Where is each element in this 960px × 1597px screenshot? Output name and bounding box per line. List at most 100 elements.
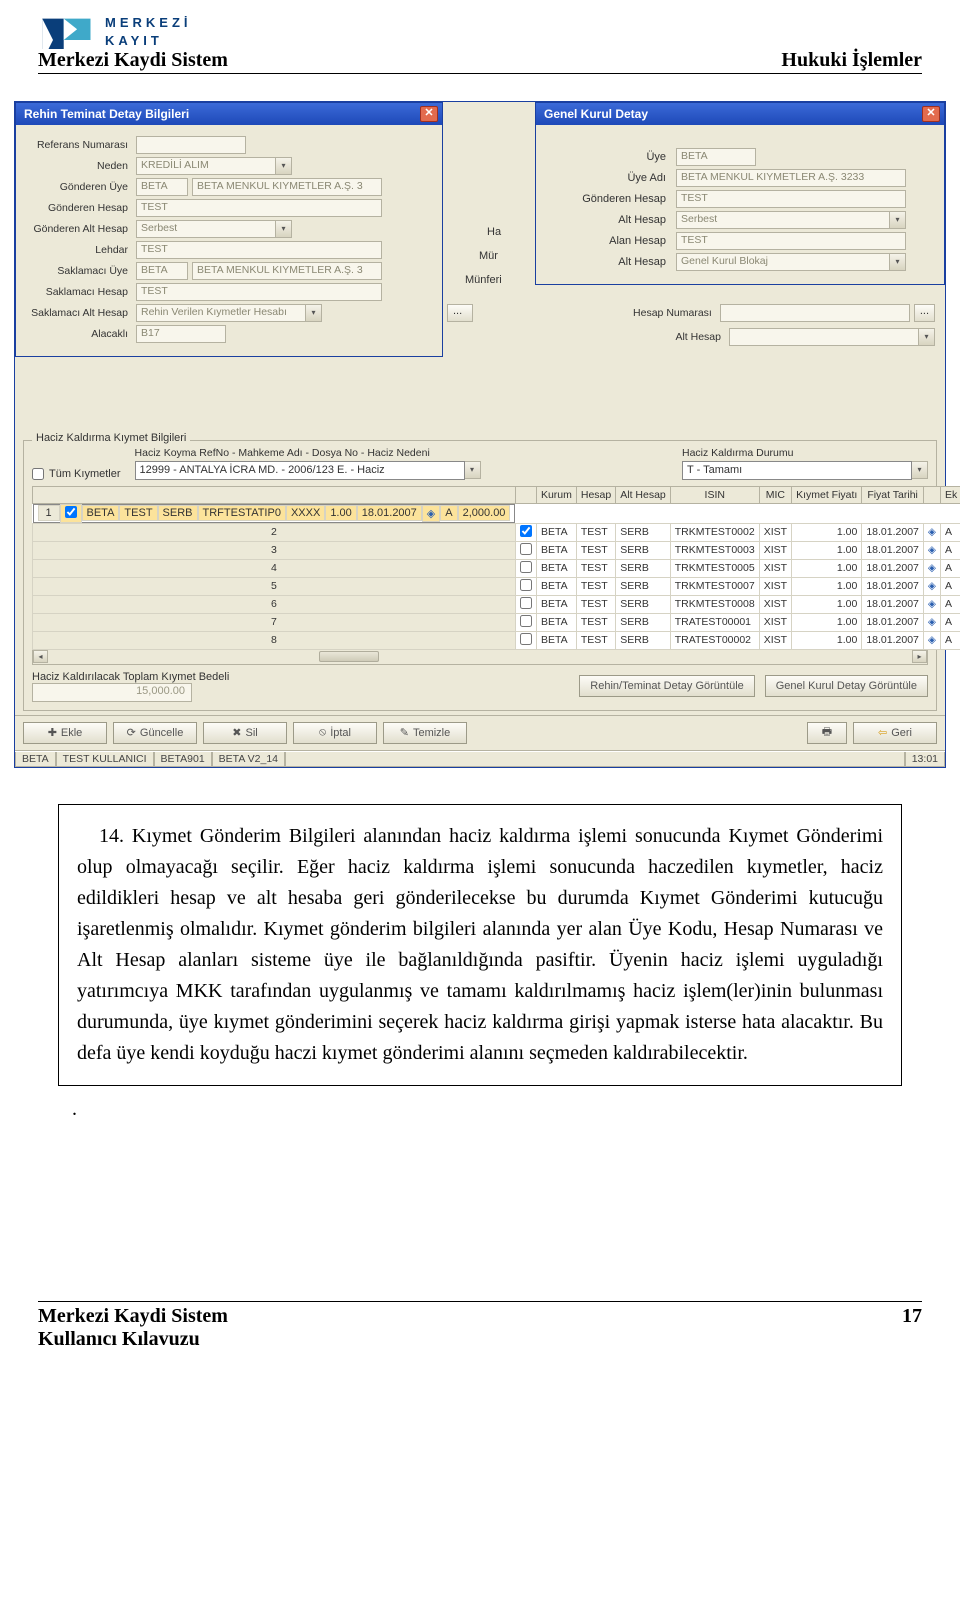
detail-icon[interactable]: ◈ <box>923 613 940 631</box>
row-checkbox-cell[interactable] <box>515 523 536 541</box>
grid-col-header[interactable]: Hesap <box>576 486 615 503</box>
close-icon[interactable]: ✕ <box>420 106 438 122</box>
table-row[interactable]: 2BETATESTSERBTRKMTEST0002XIST1.0018.01.2… <box>33 523 960 541</box>
cell-ektanim: A <box>940 559 960 577</box>
saklamaciuye-name[interactable]: BETA MENKUL KIYMETLER A.Ş. 3 <box>192 262 382 280</box>
plus-icon: ✚ <box>48 726 57 739</box>
row-checkbox[interactable] <box>520 633 532 645</box>
alacakli-field[interactable]: B17 <box>136 325 226 343</box>
grid-col-header[interactable]: MIC <box>759 486 791 503</box>
detail-icon[interactable]: ◈ <box>923 559 940 577</box>
hesapno-lookup-button[interactable]: ... <box>914 304 935 322</box>
row-checkbox[interactable] <box>520 615 532 627</box>
table-row[interactable]: 7BETATESTSERBTRATEST00001XIST1.0018.01.2… <box>33 613 960 631</box>
r-uyeadi-field[interactable]: BETA MENKUL KIYMETLER A.Ş. 3233 <box>676 169 906 187</box>
grid-col-header[interactable] <box>515 486 536 503</box>
gonderenuye-code[interactable]: BETA <box>136 178 188 196</box>
status-bar: BETA TEST KULLANICI BETA901 BETA V2_14 1… <box>15 751 945 767</box>
detail-icon[interactable]: ◈ <box>923 541 940 559</box>
table-row[interactable]: 5BETATESTSERBTRKMTEST0007XIST1.0018.01.2… <box>33 577 960 595</box>
grid-col-header[interactable]: Ek Tanım <box>940 486 960 503</box>
hesapno-field[interactable] <box>720 304 910 322</box>
r-uye-field[interactable]: BETA <box>676 148 756 166</box>
sil-button[interactable]: ✖Sil <box>203 722 287 744</box>
tum-kiymetler-input[interactable] <box>32 468 44 480</box>
r-gonderenhesap-field[interactable]: TEST <box>676 190 906 208</box>
row-checkbox[interactable] <box>520 561 532 573</box>
detail-icon[interactable]: ◈ <box>923 631 940 649</box>
ekle-button[interactable]: ✚Ekle <box>23 722 107 744</box>
detail-icon[interactable]: ◈ <box>422 505 440 522</box>
kiymet-grid[interactable]: KurumHesapAlt HesapISINMICKıymet FiyatıF… <box>32 486 960 650</box>
grid-col-header[interactable]: Fiyat Tarihi <box>862 486 924 503</box>
page-number: 17 <box>902 1305 922 1351</box>
row-checkbox-cell[interactable] <box>515 595 536 613</box>
detail-icon[interactable]: ◈ <box>923 595 940 613</box>
ref-field[interactable] <box>136 136 246 154</box>
print-button[interactable]: 🖶 <box>807 722 847 744</box>
grid-col-header[interactable]: Alt Hesap <box>616 486 671 503</box>
gonderenhesap-field[interactable]: TEST <box>136 199 382 217</box>
grid-col-header[interactable]: ISIN <box>670 486 759 503</box>
althesap-dd-icon[interactable]: ▾ <box>919 328 935 346</box>
scroll-thumb[interactable] <box>319 651 379 662</box>
chevron-down-icon[interactable]: ▾ <box>276 157 292 175</box>
row-checkbox[interactable] <box>520 579 532 591</box>
close-icon[interactable]: ✕ <box>922 106 940 122</box>
row-checkbox[interactable] <box>520 597 532 609</box>
row-checkbox[interactable] <box>520 525 532 537</box>
saklamaciuye-code[interactable]: BETA <box>136 262 188 280</box>
chevron-down-icon[interactable]: ▾ <box>276 220 292 238</box>
row-checkbox-cell[interactable] <box>515 541 536 559</box>
chevron-down-icon[interactable]: ▾ <box>912 461 928 479</box>
detail-icon[interactable]: ◈ <box>923 577 940 595</box>
althesap-field[interactable] <box>729 328 919 346</box>
horizontal-scrollbar[interactable]: ◂ ▸ <box>32 650 928 665</box>
row-checkbox-cell[interactable] <box>60 504 82 523</box>
tum-kiymetler-checkbox[interactable]: Tüm Kıymetler <box>32 468 121 480</box>
grid-col-header[interactable] <box>33 486 516 503</box>
saklamacihesap-field[interactable]: TEST <box>136 283 382 301</box>
chevron-down-icon[interactable]: ▾ <box>465 461 481 479</box>
row-checkbox-cell[interactable] <box>515 577 536 595</box>
grid-col-header[interactable]: Kıymet Fiyatı <box>792 486 862 503</box>
detail-icon[interactable]: ◈ <box>923 523 940 541</box>
table-row[interactable]: 8BETATESTSERBTRATEST00002XIST1.0018.01.2… <box>33 631 960 649</box>
row-checkbox-cell[interactable] <box>515 613 536 631</box>
grid-col-header[interactable] <box>923 486 940 503</box>
iptal-button[interactable]: ⦸İptal <box>293 722 377 744</box>
r-alanhesap-field[interactable]: TEST <box>676 232 906 250</box>
dialog-genel-titlebar[interactable]: Genel Kurul Detay ✕ <box>536 103 944 125</box>
scroll-left-icon[interactable]: ◂ <box>33 650 48 663</box>
table-row[interactable]: 6BETATESTSERBTRKMTEST0008XIST1.0018.01.2… <box>33 595 960 613</box>
row-checkbox-cell[interactable] <box>515 631 536 649</box>
saklamacialt-field[interactable]: Rehin Verilen Kıymetler Hesabı <box>136 304 306 322</box>
grid-col-header[interactable]: Kurum <box>536 486 576 503</box>
gonderenuye-name[interactable]: BETA MENKUL KIYMETLER A.Ş. 3 <box>192 178 382 196</box>
durum-select[interactable]: T - Tamamı <box>682 461 912 480</box>
row-checkbox-cell[interactable] <box>515 559 536 577</box>
table-row[interactable]: 1BETATESTSERBTRFTESTATIP0XXXX1.0018.01.2… <box>33 504 516 523</box>
temizle-button[interactable]: ✎Temizle <box>383 722 467 744</box>
chevron-down-icon[interactable]: ▾ <box>890 211 906 229</box>
row-checkbox[interactable] <box>520 543 532 555</box>
table-row[interactable]: 3BETATESTSERBTRKMTEST0003XIST1.0018.01.2… <box>33 541 960 559</box>
cell-isin: TRKMTEST0005 <box>670 559 759 577</box>
chevron-down-icon[interactable]: ▾ <box>306 304 322 322</box>
row-checkbox[interactable] <box>65 506 77 518</box>
scroll-right-icon[interactable]: ▸ <box>912 650 927 663</box>
chevron-down-icon[interactable]: ▾ <box>890 253 906 271</box>
gonderenalt-field[interactable]: Serbest <box>136 220 276 238</box>
refno-select[interactable]: 12999 - ANTALYA İCRA MD. - 2006/123 E. -… <box>135 461 465 480</box>
genel-kurul-detay-button[interactable]: Genel Kurul Detay Görüntüle <box>765 675 928 697</box>
geri-button[interactable]: ⇦Geri <box>853 722 937 744</box>
guncelle-button[interactable]: ⟳Güncelle <box>113 722 197 744</box>
neden-field[interactable]: KREDİLİ ALIM <box>136 157 276 175</box>
dialog-rehin-titlebar[interactable]: Rehin Teminat Detay Bilgileri ✕ <box>16 103 442 125</box>
lehdar-field[interactable]: TEST <box>136 241 382 259</box>
table-row[interactable]: 4BETATESTSERBTRKMTEST0005XIST1.0018.01.2… <box>33 559 960 577</box>
r-alt2-field[interactable]: Genel Kurul Blokaj <box>676 253 890 271</box>
rehin-detay-button[interactable]: Rehin/Teminat Detay Görüntüle <box>579 675 754 697</box>
ellipsis-button[interactable]: ... <box>447 304 473 322</box>
r-alt1-field[interactable]: Serbest <box>676 211 890 229</box>
